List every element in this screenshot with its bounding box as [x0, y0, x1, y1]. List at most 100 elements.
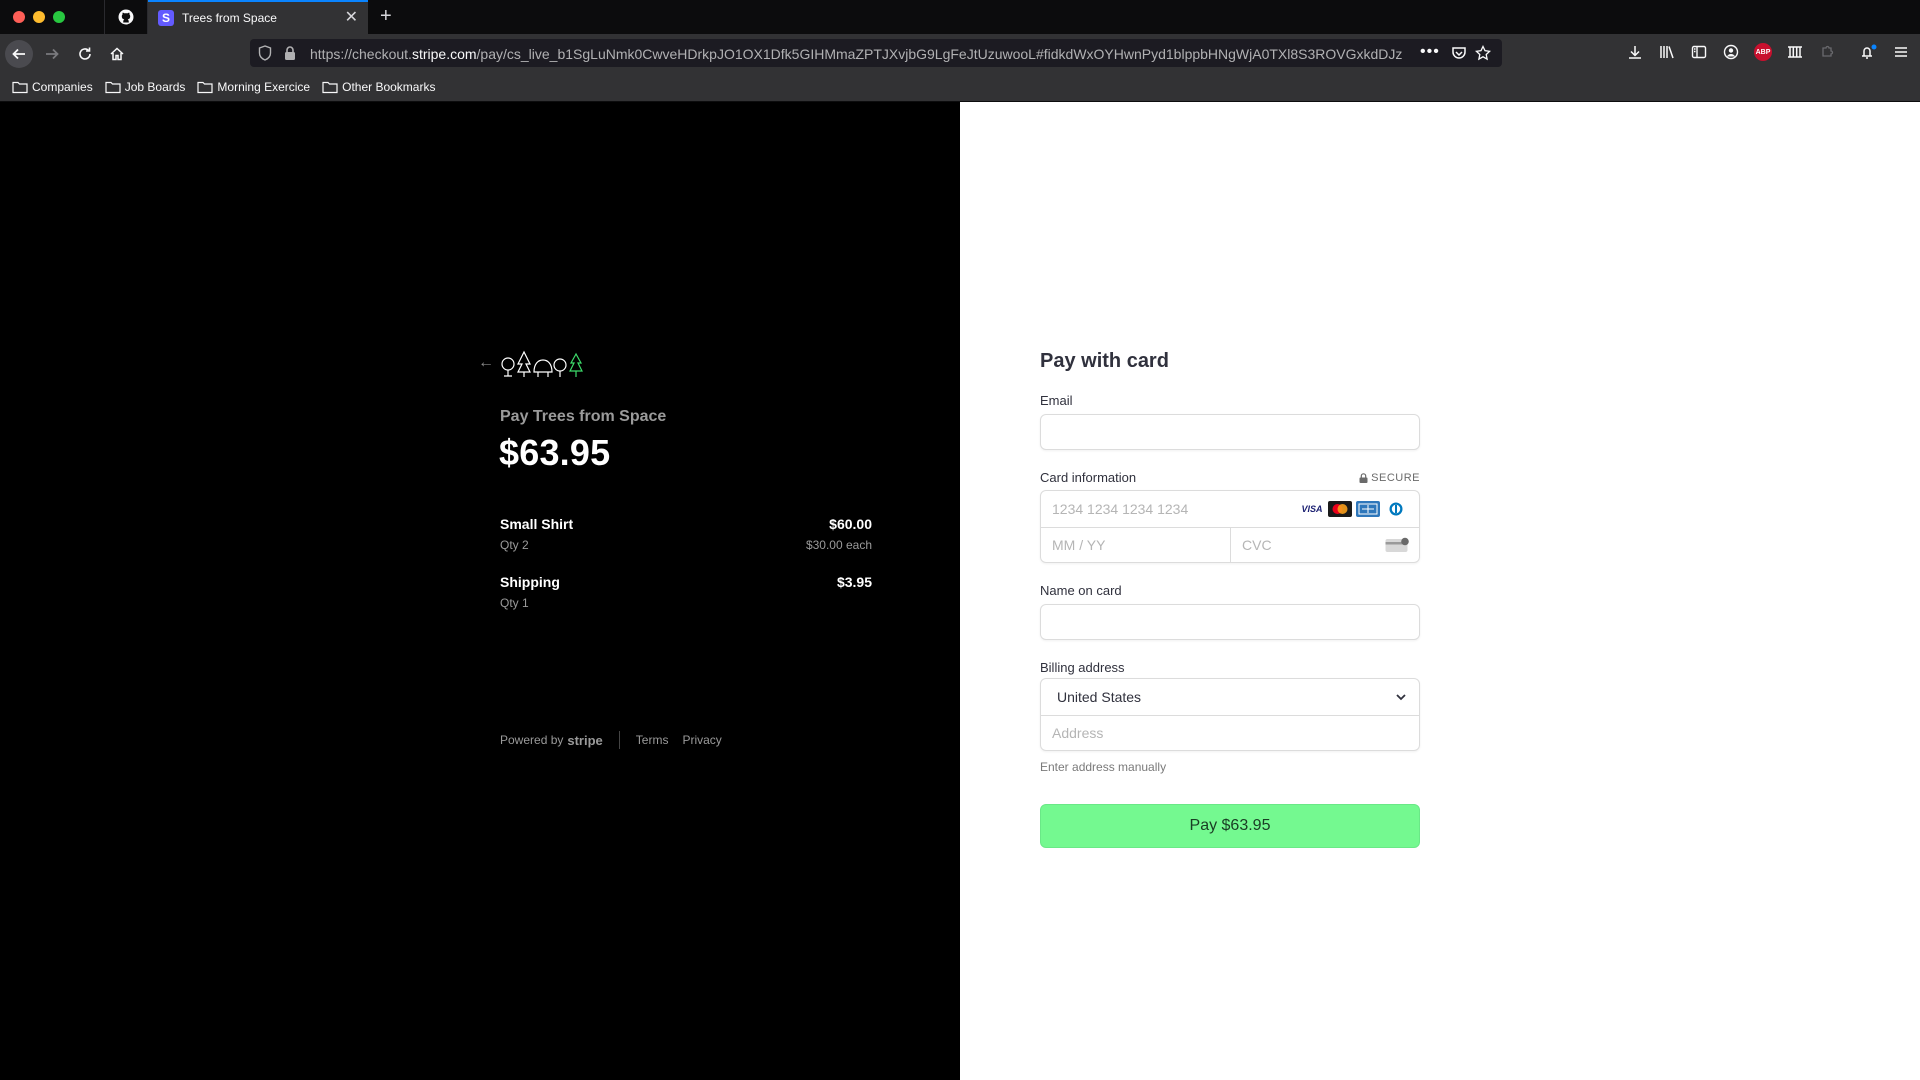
line-item-unit-price: $30.00 each [805, 538, 872, 552]
forward-button[interactable] [38, 40, 66, 68]
close-window-button[interactable] [13, 11, 25, 23]
name-on-card-label: Name on card [1040, 583, 1122, 598]
pay-button[interactable]: Pay $63.95 [1040, 804, 1420, 848]
line-item-name: Shipping [500, 574, 560, 590]
folder-icon [197, 81, 214, 93]
sidebar-icon[interactable] [1691, 44, 1707, 60]
card-information-label: Card information [1040, 470, 1137, 485]
bookmark-folder-companies[interactable]: Companies [12, 80, 93, 94]
bookmark-label: Other Bookmarks [342, 79, 436, 94]
enter-address-manually-link[interactable]: Enter address manually [1040, 760, 1166, 774]
line-item-name: Small Shirt [500, 516, 574, 532]
download-icon[interactable] [1627, 44, 1643, 60]
url-text[interactable]: https://checkout.stripe.com/pay/cs_live_… [310, 46, 1410, 62]
stripe-favicon-icon: S [158, 10, 174, 26]
reload-button[interactable] [71, 40, 99, 68]
zoom-window-button[interactable] [53, 11, 65, 23]
address-placeholder: Address [1052, 725, 1104, 741]
arrow-left-icon [12, 48, 25, 60]
tab-github-pinned[interactable] [104, 0, 148, 34]
line-item-qty: Qty 1 [500, 596, 529, 610]
visa-icon: VISA [1300, 501, 1324, 517]
page-actions-icon[interactable]: ••• [1420, 43, 1440, 61]
name-on-card-field[interactable] [1040, 604, 1420, 640]
browser-navbar: https://checkout.stripe.com/pay/cs_live_… [0, 34, 1920, 72]
bookmark-folder-job-boards[interactable]: Job Boards [105, 79, 186, 94]
secure-label: SECURE [1371, 472, 1420, 484]
arrow-right-icon [46, 48, 59, 60]
hamburger-menu-icon[interactable] [1893, 44, 1909, 60]
url-host: stripe.com [411, 46, 477, 62]
cvc-card-icon [1385, 537, 1409, 552]
folder-icon [105, 81, 121, 93]
home-icon [110, 47, 124, 61]
extension-grid-icon[interactable] [1787, 44, 1803, 60]
adblock-plus-icon[interactable]: ABP [1754, 43, 1772, 61]
country-select[interactable]: United States [1041, 679, 1419, 715]
folder-icon [322, 81, 338, 93]
bookmark-label: Companies [32, 79, 93, 94]
merchant-trees-logo[interactable] [500, 348, 584, 378]
checkout-footer: Powered by stripe Terms Privacy [500, 731, 736, 749]
billing-address-group: United States Address [1040, 678, 1420, 751]
line-item-qty: Qty 2 [500, 538, 529, 552]
cvc-field[interactable]: CVC [1231, 528, 1419, 563]
tab-title: Trees from Space [182, 11, 277, 25]
line-item-amount: $3.95 [836, 574, 872, 590]
tracking-protection-shield-icon[interactable] [258, 45, 272, 61]
bookmark-label: Job Boards [124, 79, 186, 94]
email-field[interactable] [1040, 414, 1420, 450]
notification-bell-icon[interactable] [1859, 44, 1877, 60]
privacy-link[interactable]: Privacy [682, 733, 721, 747]
secure-badge: SECURE [1359, 472, 1420, 484]
back-to-merchant-arrow-icon[interactable]: ← [478, 354, 494, 372]
email-label: Email [1040, 393, 1073, 408]
bookmark-star-icon[interactable] [1475, 45, 1491, 61]
billing-address-label: Billing address [1040, 660, 1125, 675]
back-button[interactable] [5, 40, 33, 68]
folder-icon [12, 81, 28, 93]
order-summary-pane: ← Pay Trees from Space $63.95 Small Shir… [0, 102, 960, 1080]
expiry-field[interactable]: MM / YY [1041, 528, 1230, 563]
country-select-value: United States [1057, 689, 1142, 705]
home-button[interactable] [103, 40, 131, 68]
address-field[interactable]: Address [1041, 716, 1419, 751]
lock-icon[interactable] [284, 45, 296, 61]
line-item-amount: $60.00 [829, 516, 872, 532]
url-prefix: https://checkout. [310, 46, 412, 62]
terms-link[interactable]: Terms [636, 733, 669, 747]
bookmark-label: Morning Exercice [217, 79, 311, 94]
total-amount: $63.95 [499, 432, 611, 473]
amex-icon [1356, 501, 1380, 517]
browser-titlebar: S Trees from Space ✕ + [0, 0, 1920, 34]
bookmark-folder-other-bookmarks[interactable]: Other Bookmarks [322, 80, 435, 94]
mastercard-icon [1328, 501, 1352, 517]
account-icon[interactable] [1723, 44, 1739, 60]
cvc-placeholder: CVC [1242, 537, 1272, 553]
card-information-group: 1234 1234 1234 1234 VISA MM / YY CVC [1040, 490, 1420, 563]
url-bar[interactable]: https://checkout.stripe.com/pay/cs_live_… [250, 39, 1502, 67]
tab-close-icon[interactable]: ✕ [345, 10, 358, 26]
diners-club-icon [1384, 501, 1408, 517]
new-tab-button[interactable]: + [380, 6, 392, 26]
tab-trees-from-space[interactable]: S Trees from Space ✕ [148, 0, 368, 34]
lock-icon [1359, 473, 1368, 483]
card-number-field[interactable]: 1234 1234 1234 1234 VISA [1041, 491, 1419, 527]
bookmarks-toolbar: Companies Job Boards Morning Exercice Ot… [0, 72, 1920, 102]
reload-icon [79, 47, 91, 60]
card-number-placeholder: 1234 1234 1234 1234 [1052, 501, 1189, 517]
stripe-wordmark[interactable]: stripe [567, 733, 602, 748]
extension-puzzle-icon[interactable] [1819, 44, 1835, 60]
footer-divider [618, 731, 620, 749]
github-icon [118, 9, 134, 25]
pocket-icon[interactable] [1451, 45, 1467, 61]
expiry-placeholder: MM / YY [1052, 537, 1106, 553]
minimize-window-button[interactable] [33, 11, 45, 23]
form-title: Pay with card [1040, 350, 1169, 372]
library-icon[interactable] [1659, 44, 1675, 60]
url-path: /pay/cs_live_b1SgLuNmk0CwveHDrkpJO1OX1Df… [476, 46, 1403, 62]
powered-by-label[interactable]: Powered by [500, 733, 563, 747]
bookmark-folder-morning-exercice[interactable]: Morning Exercice [197, 80, 310, 94]
merchant-pay-line: Pay Trees from Space [500, 408, 667, 425]
chevron-down-icon [1396, 694, 1406, 701]
